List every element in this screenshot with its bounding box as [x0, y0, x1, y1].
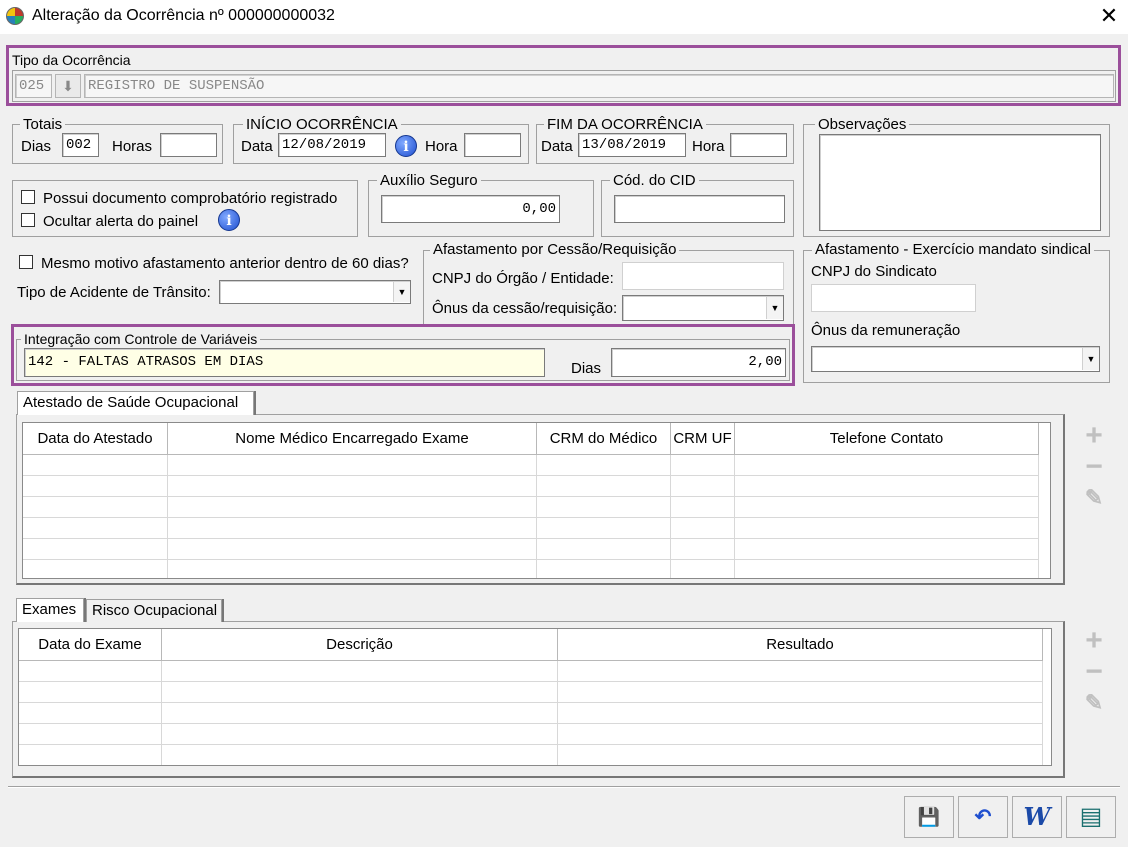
- auxilio-field[interactable]: 0,00: [381, 195, 560, 223]
- integracao-dias-field[interactable]: 2,00: [611, 348, 786, 377]
- info-icon[interactable]: i: [218, 209, 240, 231]
- table-row[interactable]: [19, 745, 1043, 765]
- sindical-legend: Afastamento - Exercício mandato sindical: [812, 242, 1094, 258]
- report-icon[interactable]: ▤: [1066, 796, 1116, 838]
- acidente-label: Tipo de Acidente de Trânsito:: [17, 284, 211, 301]
- fim-data-field[interactable]: 13/08/2019: [578, 133, 686, 157]
- inicio-data-field[interactable]: 12/08/2019: [278, 133, 386, 157]
- remove-icon[interactable]: −: [1079, 452, 1109, 482]
- integracao-field[interactable]: 142 - FALTAS ATRASOS EM DIAS: [24, 348, 545, 377]
- integracao-legend: Integração com Controle de Variáveis: [21, 331, 261, 347]
- cid-field[interactable]: [614, 195, 785, 223]
- atestado-col-header[interactable]: CRM UF: [671, 423, 735, 455]
- exames-col-header[interactable]: Descrição: [162, 629, 558, 661]
- cessao-onus-select[interactable]: [622, 295, 784, 321]
- table-row[interactable]: [23, 476, 1039, 497]
- totais-horas-label: Horas: [112, 138, 153, 155]
- totais-horas-field[interactable]: [160, 133, 217, 157]
- fim-data-label: Data: [541, 138, 573, 155]
- table-row[interactable]: [19, 703, 1043, 724]
- table-row[interactable]: [19, 661, 1043, 682]
- undo-icon[interactable]: ↶: [958, 796, 1008, 838]
- exames-grid[interactable]: Data do Exame Descrição Resultado: [18, 628, 1052, 766]
- info-icon[interactable]: i: [395, 135, 417, 157]
- fim-legend: FIM DA OCORRÊNCIA: [544, 117, 706, 133]
- app-icon: [6, 7, 24, 25]
- remove-icon[interactable]: −: [1079, 657, 1109, 687]
- observacoes-legend: Observações: [815, 117, 910, 133]
- table-row[interactable]: [23, 518, 1039, 539]
- atestado-grid[interactable]: Data do Atestado Nome Médico Encarregado…: [22, 422, 1051, 579]
- word-icon[interactable]: W: [1012, 796, 1062, 838]
- table-row[interactable]: [19, 724, 1043, 745]
- cid-legend: Cód. do CID: [610, 173, 699, 189]
- add-icon[interactable]: +: [1079, 421, 1109, 451]
- inicio-hora-label: Hora: [425, 138, 458, 155]
- exames-col-header[interactable]: Data do Exame: [19, 629, 162, 661]
- fim-hora-label: Hora: [692, 138, 725, 155]
- window-title: Alteração da Ocorrência nº 000000000032: [32, 7, 335, 24]
- fim-hora-field[interactable]: [730, 133, 787, 157]
- acidente-select[interactable]: [219, 280, 411, 304]
- cessao-cnpj-label: CNPJ do Órgão / Entidade:: [432, 270, 614, 287]
- sindical-onus-select[interactable]: [811, 346, 1100, 372]
- atestado-col-header[interactable]: CRM do Médico: [537, 423, 671, 455]
- chevron-down-icon[interactable]: ▼: [393, 282, 410, 302]
- atestado-col-header[interactable]: Nome Médico Encarregado Exame: [168, 423, 537, 455]
- totais-dias-label: Dias: [21, 138, 52, 155]
- table-row[interactable]: [23, 497, 1039, 518]
- totais-legend: Totais: [20, 117, 66, 133]
- close-icon[interactable]: ✕: [1096, 3, 1122, 29]
- cessao-onus-label: Ônus da cessão/requisição:: [432, 300, 618, 317]
- mesmo-motivo-label: Mesmo motivo afastamento anterior dentro…: [41, 255, 409, 272]
- integracao-dias-label: Dias: [571, 360, 602, 377]
- totais-dias-field[interactable]: 002: [62, 133, 99, 157]
- auxilio-legend: Auxílio Seguro: [377, 173, 481, 189]
- atestado-col-header[interactable]: Telefone Contato: [735, 423, 1039, 455]
- tab-exames[interactable]: Exames: [16, 598, 84, 622]
- observacoes-textarea[interactable]: [819, 134, 1101, 231]
- sindical-cnpj-label: CNPJ do Sindicato: [811, 263, 937, 280]
- possui-documento-label: Possui documento comprobatório registrad…: [43, 190, 338, 207]
- chevron-down-icon[interactable]: ▼: [766, 297, 783, 319]
- tab-risco-ocupacional[interactable]: Risco Ocupacional: [86, 599, 222, 622]
- tipo-description-field[interactable]: REGISTRO DE SUSPENSÃO: [84, 74, 1114, 98]
- ocultar-alerta-checkbox[interactable]: [21, 213, 35, 227]
- table-row[interactable]: [23, 560, 1039, 578]
- tipo-ocorrencia-legend: Tipo da Ocorrência: [12, 52, 131, 68]
- sindical-onus-label: Ônus da remuneração: [811, 322, 961, 339]
- chevron-down-icon[interactable]: ▼: [1082, 348, 1099, 370]
- possui-documento-checkbox[interactable]: [21, 190, 35, 204]
- edit-icon[interactable]: ✎: [1079, 688, 1109, 718]
- tipo-code-field[interactable]: 025: [15, 74, 52, 98]
- inicio-legend: INÍCIO OCORRÊNCIA: [243, 117, 401, 133]
- download-icon[interactable]: ⬇: [55, 74, 81, 98]
- atestado-col-header[interactable]: Data do Atestado: [23, 423, 168, 455]
- cessao-cnpj-field[interactable]: [622, 262, 784, 290]
- edit-icon[interactable]: ✎: [1079, 483, 1109, 513]
- inicio-hora-field[interactable]: [464, 133, 521, 157]
- inicio-data-label: Data: [241, 138, 273, 155]
- mesmo-motivo-checkbox[interactable]: [19, 255, 33, 269]
- add-icon[interactable]: +: [1079, 626, 1109, 656]
- table-row[interactable]: [23, 455, 1039, 476]
- divider: [8, 786, 1120, 788]
- table-row[interactable]: [23, 539, 1039, 560]
- ocultar-alerta-label: Ocultar alerta do painel: [43, 213, 199, 230]
- exames-col-header[interactable]: Resultado: [558, 629, 1043, 661]
- save-icon[interactable]: 💾: [904, 796, 954, 838]
- sindical-cnpj-field[interactable]: [811, 284, 976, 312]
- cessao-legend: Afastamento por Cessão/Requisição: [430, 242, 680, 258]
- tab-atestado[interactable]: Atestado de Saúde Ocupacional: [17, 391, 254, 415]
- table-row[interactable]: [19, 682, 1043, 703]
